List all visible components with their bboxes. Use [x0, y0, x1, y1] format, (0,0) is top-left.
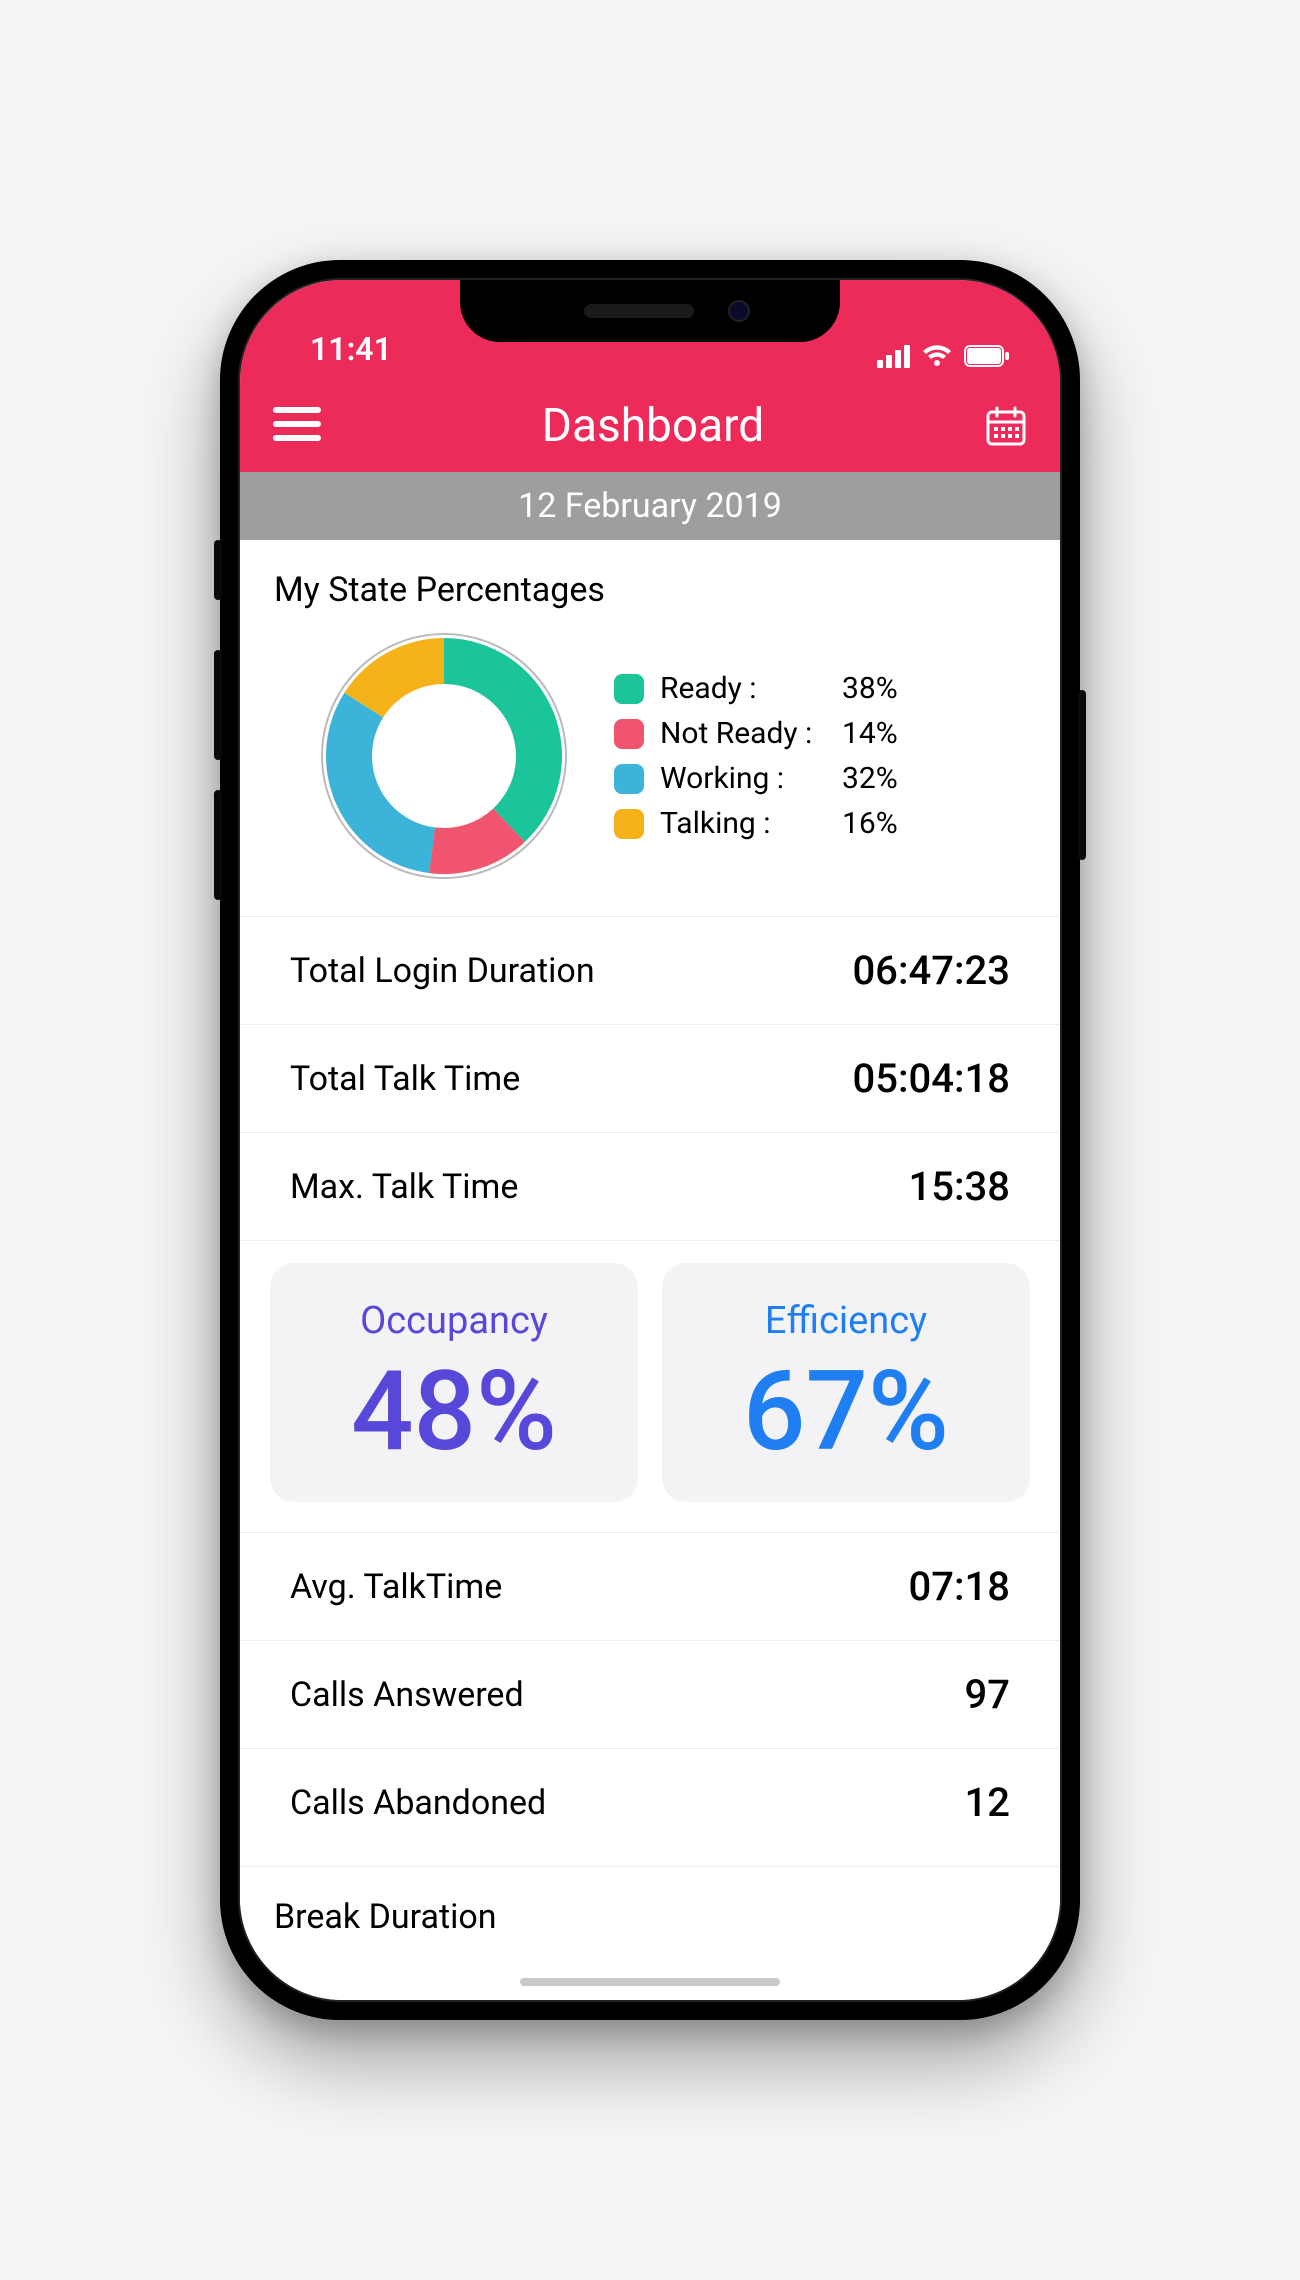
legend-label: Ready : — [660, 671, 830, 706]
legend-value: 14% — [842, 716, 912, 751]
donut-slice-ready — [444, 638, 562, 842]
stat-label: Avg. TalkTime — [290, 1567, 502, 1607]
stat-row: Total Talk Time 05:04:18 — [240, 1024, 1060, 1132]
state-donut-chart — [314, 626, 574, 886]
legend-label: Working : — [660, 761, 830, 796]
break-duration-title: Break Duration — [240, 1866, 1060, 1937]
phone-speaker — [584, 304, 694, 318]
hamburger-icon — [272, 404, 322, 444]
legend-swatch — [614, 809, 644, 839]
date-bar[interactable]: 12 February 2019 — [240, 472, 1060, 540]
legend-value: 32% — [842, 761, 912, 796]
stat-label: Max. Talk Time — [290, 1167, 518, 1207]
page-title: Dashboard — [542, 399, 764, 453]
phone-power-button — [1078, 690, 1086, 860]
menu-button[interactable] — [272, 404, 322, 448]
cellular-icon — [877, 345, 910, 368]
stat-value: 07:18 — [909, 1563, 1010, 1610]
stat-label: Total Login Duration — [290, 951, 595, 991]
stat-row: Max. Talk Time 15:38 — [240, 1132, 1060, 1240]
legend-item: Ready : 38% — [614, 671, 1026, 706]
legend-item: Not Ready : 14% — [614, 716, 1026, 751]
calendar-icon — [984, 404, 1028, 448]
phone-camera — [728, 300, 750, 322]
occupancy-title: Occupancy — [282, 1299, 626, 1343]
home-indicator[interactable] — [520, 1978, 780, 1986]
legend-item: Working : 32% — [614, 761, 1026, 796]
state-legend: Ready : 38% Not Ready : 14% Working : 32% Talk… — [614, 661, 1026, 851]
legend-swatch — [614, 674, 644, 704]
efficiency-value: 67% — [674, 1351, 1018, 1472]
legend-label: Not Ready : — [660, 716, 830, 751]
stat-value: 97 — [965, 1671, 1010, 1718]
kpi-cards: Occupancy 48% Efficiency 67% — [240, 1240, 1060, 1532]
phone-silence-switch — [214, 540, 222, 600]
legend-value: 16% — [842, 806, 912, 841]
phone-volume-up — [214, 650, 222, 760]
app-header: Dashboard — [240, 380, 1060, 472]
status-icons — [877, 344, 1010, 368]
occupancy-card: Occupancy 48% — [270, 1263, 638, 1502]
stat-value: 15:38 — [909, 1163, 1010, 1210]
donut-slice-working — [326, 693, 435, 873]
stat-row: Calls Abandoned 12 — [240, 1748, 1060, 1856]
stat-row: Total Login Duration 06:47:23 — [240, 916, 1060, 1024]
stat-label: Total Talk Time — [290, 1059, 520, 1099]
phone-notch — [460, 280, 840, 342]
wifi-icon — [922, 344, 952, 368]
calendar-button[interactable] — [984, 404, 1028, 448]
stat-value: 05:04:18 — [853, 1055, 1011, 1102]
stat-row: Avg. TalkTime 07:18 — [240, 1532, 1060, 1640]
occupancy-value: 48% — [282, 1351, 626, 1472]
phone-frame: 11:41 — [220, 260, 1080, 2020]
legend-item: Talking : 16% — [614, 806, 1026, 841]
legend-swatch — [614, 719, 644, 749]
efficiency-card: Efficiency 67% — [662, 1263, 1030, 1502]
phone-volume-down — [214, 790, 222, 900]
legend-label: Talking : — [660, 806, 830, 841]
stat-label: Calls Answered — [290, 1675, 524, 1715]
state-percentages-row: Ready : 38% Not Ready : 14% Working : 32% Talk… — [240, 626, 1060, 916]
state-percentages-title: My State Percentages — [240, 540, 1060, 626]
dashboard-content[interactable]: My State Percentages Ready : 38% Not Ready… — [240, 540, 1060, 2002]
legend-value: 38% — [842, 671, 912, 706]
stat-label: Calls Abandoned — [290, 1783, 546, 1823]
stat-row: Calls Answered 97 — [240, 1640, 1060, 1748]
stat-value: 12 — [965, 1779, 1010, 1826]
screen: 11:41 — [238, 278, 1062, 2002]
status-time: 11:41 — [310, 330, 392, 368]
stat-value: 06:47:23 — [853, 947, 1011, 994]
efficiency-title: Efficiency — [674, 1299, 1018, 1343]
battery-icon — [964, 345, 1010, 367]
legend-swatch — [614, 764, 644, 794]
